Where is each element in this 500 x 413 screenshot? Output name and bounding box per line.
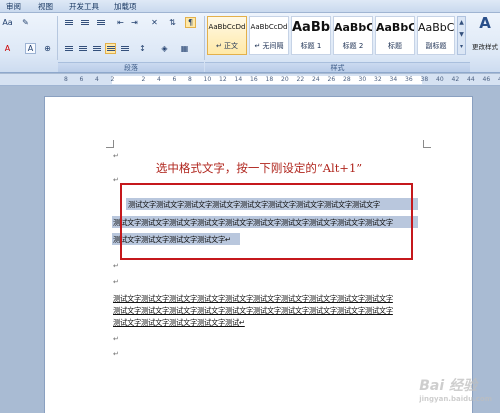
formatted-text-line[interactable]: 测试文字测试文字测试文字测试文字测试文字测试文字测试文字测试文字测试文字测试文字 (113, 306, 393, 316)
line-spacing-icon[interactable]: ↕ (137, 43, 148, 54)
ruler-number: 18 (265, 76, 274, 83)
formatted-text-line[interactable]: 测试文字测试文字测试文字测试文字测试文字测试文字测试文字测试文字测试文字测试文字 (113, 294, 393, 304)
style-sample: AaBbC (418, 21, 454, 34)
style-name: 副标题 (425, 42, 447, 50)
tab-review[interactable]: 审阅 (6, 1, 21, 12)
ruler-number: 10 (203, 76, 212, 83)
enclose-char-icon[interactable]: ⊕ (42, 43, 53, 54)
ruler-number: 40 (436, 76, 444, 83)
chinese-layout-icon[interactable]: ✕ (149, 17, 160, 28)
sort-icon[interactable]: ⇅ (167, 17, 178, 28)
change-styles-icon: A (479, 14, 491, 32)
shading-icon[interactable]: ◈ (159, 43, 170, 54)
justify-icon[interactable] (105, 43, 116, 54)
tab-addins[interactable]: 加载项 (114, 1, 137, 12)
group-label-paragraph: 段落 (58, 62, 204, 72)
style-sample: AaBbCcDd (208, 23, 246, 31)
ruler-number: 38 (420, 76, 429, 83)
margin-corner (106, 140, 114, 148)
paragraph-mark: ↵ (113, 335, 119, 343)
ruler-number: 30 (358, 76, 367, 83)
ruler-number: 32 (374, 76, 382, 83)
ruler-number: 14 (234, 76, 243, 83)
highlight-annotation-box (120, 183, 413, 260)
distributed-icon[interactable] (119, 43, 130, 54)
ruler-number: 26 (327, 76, 336, 83)
style-sample: AaBbC (376, 21, 414, 34)
ruler-number: 2 (141, 76, 146, 83)
style-sample: AaBb (292, 20, 330, 35)
ruler-number: 8 (64, 76, 68, 83)
style-name: ↵ 无间隔 (254, 42, 284, 50)
style-normal[interactable]: AaBbCcDd ↵ 正文 (207, 16, 247, 55)
borders-icon[interactable]: ▦ (179, 43, 190, 54)
style-no-spacing[interactable]: AaBbCcDd ↵ 无间隔 (249, 16, 289, 55)
ruler-number: 6 (172, 76, 177, 83)
multilevel-list-icon[interactable] (95, 17, 106, 28)
ruler-number: 8 (188, 76, 192, 83)
ruler-number: 36 (405, 76, 413, 83)
style-name: ↵ 正文 (215, 42, 239, 50)
increase-indent-icon[interactable]: ⇥ (129, 17, 140, 28)
style-name: 标题 (388, 42, 402, 50)
margin-corner (423, 140, 431, 148)
paragraph-mark: ↵ (113, 278, 119, 286)
style-name: 标题 1 (300, 42, 322, 50)
ruler-number: 4 (95, 76, 99, 83)
show-marks-icon[interactable]: ¶ (185, 17, 196, 28)
document-title-text[interactable]: 选中格式文字，按一下刚设定的“Alt+1” (124, 160, 394, 176)
ruler-number: 46 (482, 76, 491, 83)
style-heading-2[interactable]: AaBbC 标题 2 (333, 16, 373, 55)
ruler-number: 28 (343, 76, 351, 83)
char-border-icon[interactable]: A (25, 43, 36, 54)
font-color-icon[interactable]: A (2, 43, 13, 54)
ruler-number: 2 (110, 76, 115, 83)
align-right-icon[interactable] (91, 43, 102, 54)
paragraph-mark: ↵ (113, 262, 119, 270)
paragraph-mark: ↵ (113, 176, 119, 184)
ruler-number: 24 (312, 76, 320, 83)
watermark-logo: Bai 经验 jingyan.baidu.com (419, 375, 492, 403)
ruler-number: 42 (451, 76, 460, 83)
ribbon-tab-bar: 审阅 视图 开发工具 加载项 (0, 0, 500, 13)
style-title[interactable]: AaBbC 标题 (375, 16, 415, 55)
style-name: 标题 2 (342, 42, 364, 50)
ruler-number: 34 (389, 76, 398, 83)
change-case-icon[interactable]: Aa (2, 17, 13, 28)
style-sample: AaBbCcDd (250, 23, 288, 31)
ruler-number: 12 (219, 76, 227, 83)
numbering-icon[interactable] (79, 17, 90, 28)
watermark-brand: Bai 经验 (419, 378, 478, 394)
align-center-icon[interactable] (77, 43, 88, 54)
watermark-url: jingyan.baidu.com (419, 395, 492, 403)
style-sample: AaBbC (334, 21, 372, 34)
group-separator (204, 16, 205, 60)
ruler-number: 6 (79, 76, 84, 83)
group-label-styles: 样式 (205, 62, 470, 72)
tab-view[interactable]: 视图 (38, 1, 53, 12)
style-heading-1[interactable]: AaBb 标题 1 (291, 16, 331, 55)
style-subtitle[interactable]: AaBbC 副标题 (417, 16, 455, 55)
change-styles-label: 更改样式 (472, 43, 498, 51)
ruler-number: 4 (157, 76, 161, 83)
ribbon: Aa ✎ A A ⊕ ⇤ ⇥ ✕ ⇅ ¶ ↕ ◈ ▦ 段落 AaBbCcDd ↵… (0, 13, 500, 73)
gallery-scroll[interactable]: ▲ ▼ ▾ (457, 16, 466, 55)
change-styles-button[interactable]: A 更改样式 (471, 15, 499, 51)
paragraph-mark: ↵ (113, 350, 119, 358)
decrease-indent-icon[interactable]: ⇤ (115, 17, 126, 28)
ruler-number: 16 (250, 76, 258, 83)
horizontal-ruler[interactable]: 8 6 4 2 2 4 6 8 10 12 14 16 18 20 22 24 26 28 30 32 34 36 38 40… (0, 74, 500, 86)
ruler-number: 22 (296, 76, 305, 83)
align-left-icon[interactable] (63, 43, 74, 54)
formatted-text-line[interactable]: 测试文字测试文字测试文字测试文字测试↵ (113, 318, 245, 328)
ruler-number: 44 (467, 76, 475, 83)
clear-format-icon[interactable]: ✎ (20, 17, 31, 28)
paragraph-mark: ↵ (113, 152, 119, 160)
group-separator (57, 16, 58, 60)
ruler-number: 20 (281, 76, 289, 83)
bullets-icon[interactable] (63, 17, 74, 28)
tab-developer[interactable]: 开发工具 (69, 1, 99, 12)
